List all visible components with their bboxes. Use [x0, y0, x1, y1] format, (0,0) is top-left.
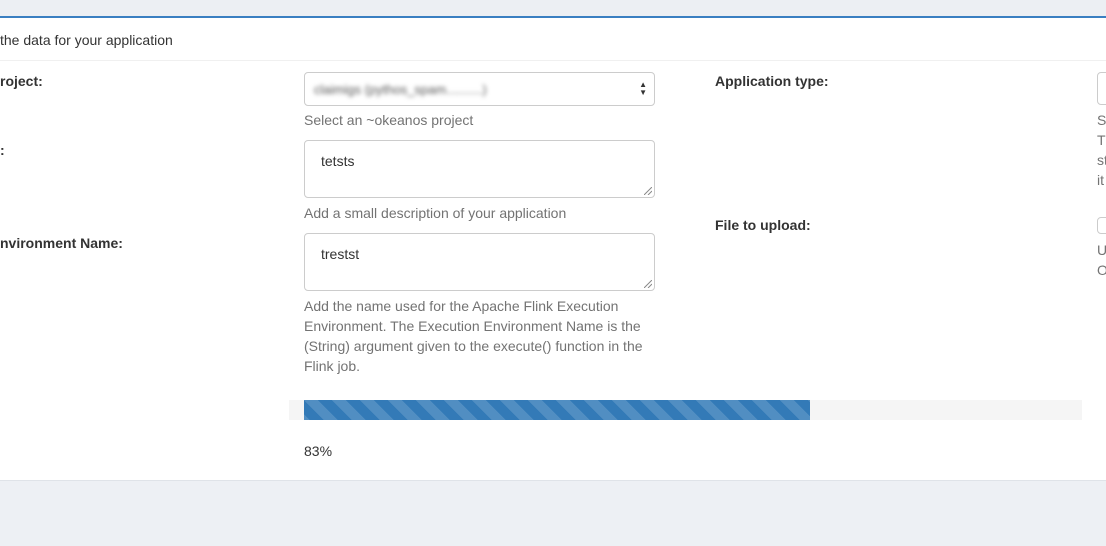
file-upload-label: File to upload:	[715, 217, 811, 233]
application-type-help-3: st	[1097, 152, 1106, 168]
project-select-value: claimigs (pythos_spam..........)	[314, 82, 487, 97]
application-type-select[interactable]	[1097, 72, 1106, 105]
select-arrows-icon: ▲ ▼	[639, 80, 647, 97]
panel-title: the data for your application	[0, 32, 173, 48]
description-textarea[interactable]: tetsts	[304, 140, 655, 198]
project-help: Select an ~okeanos project	[304, 112, 474, 128]
file-upload-help-1: U	[1097, 242, 1106, 258]
environment-name-help: Add the name used for the Apache Flink E…	[304, 298, 643, 374]
application-type-help-4: it	[1097, 172, 1104, 188]
resize-grip-icon[interactable]	[644, 187, 652, 195]
project-label: roject:	[0, 73, 43, 89]
resize-grip-icon[interactable]	[644, 280, 652, 288]
environment-name-textarea[interactable]: trestst	[304, 233, 655, 291]
upload-progress-track	[289, 400, 1082, 420]
environment-name-value: trestst	[321, 246, 360, 262]
application-type-help-2: T	[1097, 132, 1106, 148]
file-upload-help-2: O	[1097, 262, 1106, 278]
file-upload-input[interactable]	[1097, 217, 1106, 234]
application-type-help-1: S	[1097, 112, 1106, 128]
description-help: Add a small description of your applicat…	[304, 205, 567, 221]
top-strip	[0, 0, 1106, 16]
project-select[interactable]: claimigs (pythos_spam..........) ▲ ▼	[304, 72, 655, 106]
description-label: :	[0, 142, 5, 158]
upload-progress-bar	[304, 400, 810, 420]
environment-name-label: nvironment Name:	[0, 235, 123, 251]
description-value: tetsts	[321, 153, 355, 169]
upload-progress-text: 83%	[304, 443, 333, 459]
panel-header: the data for your application	[0, 18, 1106, 61]
application-type-label: Application type:	[715, 73, 829, 89]
